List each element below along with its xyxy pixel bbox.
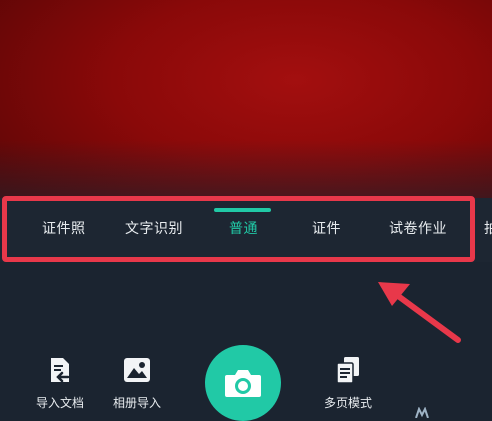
album-import-button[interactable]: 相册导入 bbox=[102, 356, 172, 416]
tab-certificate[interactable]: 证件 bbox=[312, 218, 341, 238]
active-tab-indicator bbox=[214, 208, 271, 212]
import-document-icon bbox=[46, 356, 74, 384]
import-document-label: 导入文档 bbox=[35, 396, 84, 410]
tab-exam-homework[interactable]: 试卷作业 bbox=[389, 218, 447, 238]
tab-normal[interactable]: 普通 bbox=[229, 218, 258, 238]
annotation-arrow bbox=[378, 282, 461, 343]
tab-id-photo[interactable]: 证件照 bbox=[42, 218, 86, 238]
partial-bottom-icon bbox=[415, 407, 429, 418]
multi-page-icon bbox=[334, 356, 362, 384]
camera-viewfinder bbox=[0, 0, 492, 200]
tab-text-recognition[interactable]: 文字识别 bbox=[125, 218, 183, 238]
tab-partial-next[interactable]: 拍 bbox=[484, 218, 492, 238]
multi-page-mode-label: 多页模式 bbox=[323, 396, 372, 410]
image-icon bbox=[123, 356, 151, 384]
album-import-label: 相册导入 bbox=[112, 396, 161, 410]
camera-icon bbox=[225, 370, 261, 397]
multi-page-mode-button[interactable]: 多页模式 bbox=[313, 356, 383, 416]
import-document-button[interactable]: 导入文档 bbox=[25, 356, 95, 416]
shutter-button[interactable] bbox=[205, 345, 281, 421]
